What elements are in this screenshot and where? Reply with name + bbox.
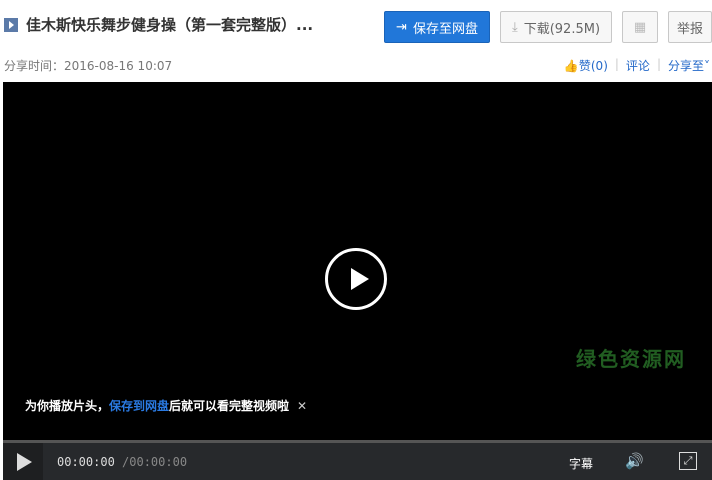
like-label: 赞(0)	[578, 59, 608, 73]
like-button[interactable]: 👍赞(0)	[564, 57, 608, 74]
share-time: 分享时间：2016-08-16 10:07	[4, 59, 173, 73]
save-label: 保存至网盘	[412, 21, 478, 37]
control-bar: 00:00:00 /00:00:00 字幕 🔊 ⤢	[3, 440, 712, 480]
divider: |	[614, 57, 619, 71]
close-icon[interactable]: ✕	[297, 399, 307, 413]
share-dropdown[interactable]: 分享至˅	[668, 57, 710, 74]
video-player[interactable]: 为你播放片头，保存到网盘后就可以看完整视频啦 ✕ 00:00:00 /00:00:…	[3, 82, 712, 480]
qr-code-button[interactable]: ▦	[622, 11, 658, 43]
fullscreen-icon[interactable]: ⤢	[679, 452, 697, 470]
save-icon: ⇥	[396, 19, 407, 35]
comment-link[interactable]: 评论	[626, 57, 650, 74]
download-label: 下载(92.5M)	[523, 21, 601, 37]
download-icon: ⤓	[511, 19, 518, 35]
download-button[interactable]: ⤓ 下载(92.5M)	[500, 11, 612, 43]
report-button[interactable]: 举报	[668, 11, 712, 43]
thumbs-up-icon: 👍	[563, 59, 579, 73]
notice-prefix: 为你播放片头，	[25, 399, 110, 413]
time-display: 00:00:00 /00:00:00	[57, 455, 187, 469]
chevron-down-icon: ˅	[704, 59, 710, 73]
save-to-cloud-button[interactable]: ⇥ 保存至网盘	[384, 11, 490, 43]
video-title: 佳木斯快乐舞步健身操（第一套完整版）...	[4, 14, 313, 35]
divider: |	[656, 57, 661, 71]
actions: 👍赞(0) | 评论 | 分享至˅	[564, 57, 710, 74]
subtitle-button[interactable]: 字幕	[569, 455, 593, 472]
preview-notice: 为你播放片头，保存到网盘后就可以看完整视频啦 ✕	[25, 397, 307, 414]
title-text: 佳木斯快乐舞步健身操（第一套完整版）...	[26, 16, 314, 34]
video-file-icon	[4, 17, 18, 32]
save-to-cloud-link[interactable]: 保存到网盘	[109, 399, 169, 413]
notice-suffix: 后就可以看完整视频啦	[169, 399, 290, 413]
total-time: /00:00:00	[122, 455, 188, 469]
play-button[interactable]	[3, 443, 43, 480]
watermark: 绿色资源网	[576, 347, 686, 371]
share-label: 分享至	[667, 59, 704, 73]
qr-code-icon: ▦	[633, 19, 647, 35]
current-time: 00:00:00	[57, 455, 115, 469]
volume-icon[interactable]: 🔊	[625, 452, 644, 470]
big-play-button[interactable]	[325, 248, 387, 310]
